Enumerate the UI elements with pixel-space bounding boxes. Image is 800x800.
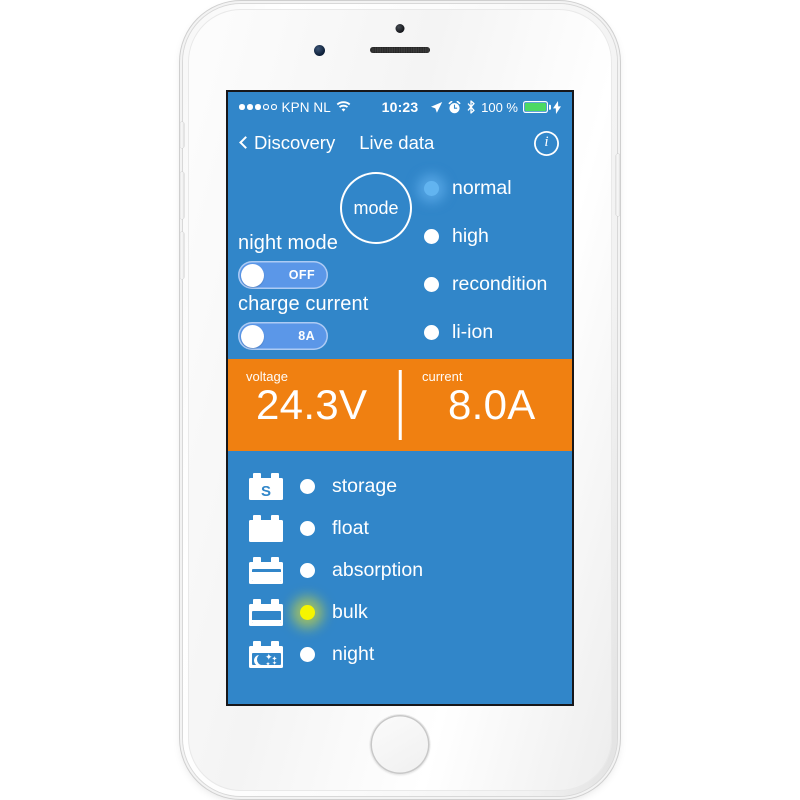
mode-option-li-ion[interactable]: li-ion <box>424 308 572 356</box>
screenshot-stage: KPN NL 10:23 100 % Discovery Live data i… <box>0 0 800 800</box>
state-indicator-dot <box>300 562 315 578</box>
earpiece-speaker <box>370 47 430 53</box>
mode-button-label: mode <box>353 197 399 218</box>
wifi-icon <box>336 101 351 112</box>
state-indicator-dot <box>300 646 315 662</box>
night-mode-toggle-knob <box>240 263 264 287</box>
mode-option-label: li-ion <box>452 320 494 343</box>
state-indicator-dot <box>300 604 315 620</box>
location-arrow-icon <box>431 101 443 113</box>
chevron-left-icon <box>239 136 252 149</box>
state-row-night[interactable]: ✦ ✦ ✦ ✦ night <box>228 633 572 675</box>
carrier-label: KPN NL <box>281 99 331 115</box>
live-readout-panel: voltage 24.3V current 8.0A <box>228 359 572 451</box>
home-button[interactable] <box>370 715 430 774</box>
state-label: bulk <box>332 600 368 623</box>
info-circle-icon[interactable]: i <box>534 131 559 156</box>
state-label: night <box>332 642 375 665</box>
battery-absorption-icon <box>249 556 283 584</box>
charge-current-toggle-value: 8A <box>298 329 315 343</box>
battery-storage-icon: S <box>249 472 283 500</box>
state-row-absorption[interactable]: absorption <box>228 549 572 591</box>
mode-option-recondition[interactable]: recondition <box>424 260 572 308</box>
state-indicator-dot <box>300 478 315 494</box>
current-readout: current 8.0A <box>400 359 572 451</box>
star-icon: ✦ <box>272 661 278 665</box>
mode-indicator-dot <box>424 180 439 196</box>
power-button[interactable] <box>616 154 620 216</box>
lightning-bolt-icon <box>553 100 561 114</box>
mode-option-label: normal <box>452 176 512 199</box>
state-row-storage[interactable]: S storage <box>228 465 572 507</box>
mode-option-label: recondition <box>452 272 548 295</box>
star-icon: ✦ <box>265 661 271 666</box>
front-camera-icon <box>395 24 405 33</box>
status-bar-left: KPN NL <box>239 100 351 115</box>
state-label: absorption <box>332 558 424 581</box>
mode-indicator-dot <box>424 228 439 244</box>
mode-option-high[interactable]: high <box>424 212 572 260</box>
status-bar: KPN NL 10:23 100 % <box>228 92 572 122</box>
back-button[interactable]: Discovery <box>239 132 336 154</box>
voltage-value: 24.3V <box>256 381 368 428</box>
back-button-label: Discovery <box>254 132 336 153</box>
charge-current-toggle-knob <box>240 324 264 348</box>
voltage-readout: voltage 24.3V <box>228 359 400 451</box>
battery-percent-label: 100 % <box>481 99 518 115</box>
state-row-float[interactable]: float <box>228 507 572 549</box>
proximity-sensor <box>314 45 325 56</box>
moon-icon <box>253 654 267 665</box>
night-mode-label: night mode <box>238 232 338 254</box>
state-label: storage <box>332 474 398 497</box>
bluetooth-icon <box>467 100 475 114</box>
mode-option-list: normal high recondition li-ion <box>424 164 572 356</box>
mode-indicator-dot <box>424 276 439 292</box>
mute-switch[interactable] <box>180 122 184 148</box>
navigation-bar: Discovery Live data i <box>228 122 572 164</box>
state-label: float <box>332 516 369 539</box>
battery-float-icon <box>249 514 283 542</box>
phone-screen: KPN NL 10:23 100 % Discovery Live data i… <box>228 92 572 704</box>
status-bar-right: 100 % <box>430 100 561 115</box>
mode-option-label: high <box>452 224 489 247</box>
volume-up-button[interactable] <box>180 172 184 219</box>
battery-icon <box>523 101 551 113</box>
current-value: 8.0A <box>448 381 536 428</box>
phone-device: KPN NL 10:23 100 % Discovery Live data i… <box>180 4 620 796</box>
state-indicator-dot <box>300 520 315 536</box>
charge-state-list: S storage float absorption bulk ✦ ✦ ✦ ✦ … <box>228 451 572 675</box>
info-glyph: i <box>544 134 549 150</box>
controls-panel: mode night mode OFF charge current 8A no… <box>228 164 572 359</box>
mode-option-normal[interactable]: normal <box>424 164 572 212</box>
alarm-clock-icon <box>448 100 461 113</box>
night-mode-toggle[interactable]: OFF <box>238 261 328 289</box>
mode-indicator-dot <box>424 324 439 340</box>
mode-button[interactable]: mode <box>340 172 412 244</box>
charge-current-label: charge current <box>238 293 369 315</box>
volume-down-button[interactable] <box>180 232 184 279</box>
state-row-bulk[interactable]: bulk <box>228 591 572 633</box>
charge-current-toggle[interactable]: 8A <box>238 322 328 350</box>
page-title: Live data <box>359 132 435 153</box>
night-mode-toggle-value: OFF <box>288 268 315 282</box>
battery-night-icon: ✦ ✦ ✦ ✦ <box>249 640 283 668</box>
battery-bulk-icon <box>249 598 283 626</box>
signal-strength-icon <box>239 104 277 110</box>
